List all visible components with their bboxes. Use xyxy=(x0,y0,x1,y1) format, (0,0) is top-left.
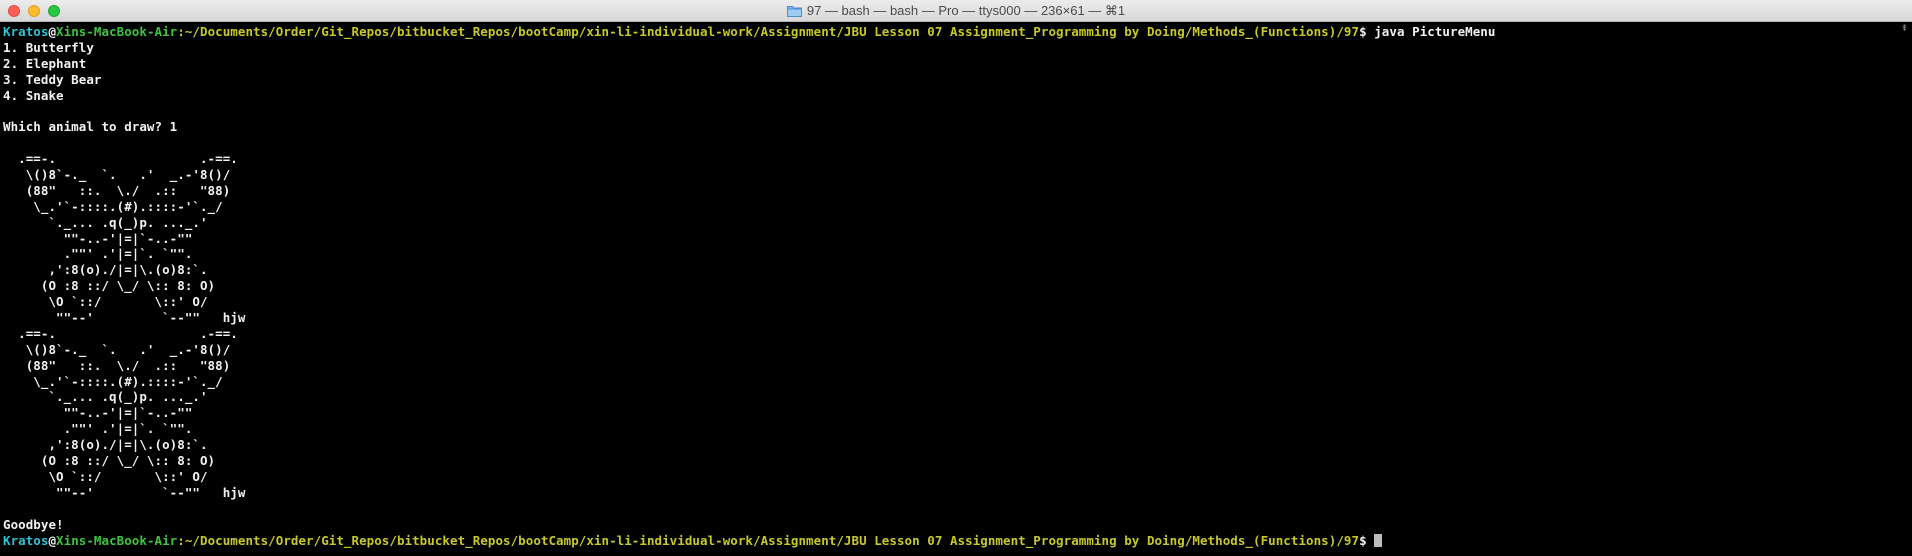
menu-item: 2. Elephant xyxy=(3,55,87,71)
scroll-up-arrow-icon[interactable]: ⇞ xyxy=(1899,24,1910,35)
prompt-symbol: $ xyxy=(1359,24,1375,39)
terminal-content[interactable]: Kratos@Xins-MacBook-Air:~/Documents/Orde… xyxy=(3,24,1893,554)
prompt-host: Xins-MacBook-Air xyxy=(56,24,178,39)
prompt-host: Xins-MacBook-Air xyxy=(56,532,178,548)
art-line: ""--' `--"" hjw xyxy=(3,310,246,326)
text-cursor xyxy=(1374,533,1383,547)
art-line: (O :8 ::/ \_/ \:: 8: O) xyxy=(3,278,216,294)
window-title-group: 97 — bash — bash — Pro — ttys000 — 236×6… xyxy=(0,0,1912,22)
prompt-path: :~/Documents/Order/Git_Repos/bitbucket_R… xyxy=(177,532,1360,548)
art-line: \()8`-._ `. .' _.-'8()/ xyxy=(3,341,231,357)
folder-icon xyxy=(786,6,802,17)
menu-item: 4. Snake xyxy=(3,87,64,103)
prompt-user: Kratos xyxy=(3,24,49,39)
art-line: ""-..-'|=|`-..-"" xyxy=(3,405,193,421)
goodbye-line: Goodbye! xyxy=(3,516,64,532)
prompt-symbol: $ xyxy=(1359,532,1375,548)
terminal-window: 97 — bash — bash — Pro — ttys000 — 236×6… xyxy=(0,0,1912,556)
prompt-path: :~/Documents/Order/Git_Repos/bitbucket_R… xyxy=(177,24,1360,39)
art-line: \()8`-._ `. .' _.-'8()/ xyxy=(3,167,231,183)
prompt-at: @ xyxy=(48,532,57,548)
art-line: (O :8 ::/ \_/ \:: 8: O) xyxy=(3,453,216,469)
art-line: .""' .'|=|`. `"". xyxy=(3,246,193,262)
vertical-scrollbar[interactable]: ⇞ xyxy=(1899,24,1910,554)
menu-item: 1. Butterfly xyxy=(3,39,94,55)
prompt-at: @ xyxy=(48,24,57,39)
art-line: ,':8(o)./|=|\.(o)8:`. xyxy=(3,437,208,453)
menu-item: 3. Teddy Bear xyxy=(3,71,102,87)
art-line: ,':8(o)./|=|\.(o)8:`. xyxy=(3,262,208,278)
terminal-output: Kratos@Xins-MacBook-Air:~/Documents/Orde… xyxy=(3,24,1893,548)
command-text: java PictureMenu xyxy=(1374,24,1496,39)
art-line: (88" ::. \./ .:: "88) xyxy=(3,182,231,198)
prompt-user: Kratos xyxy=(3,532,49,548)
art-line: \_.'`-::::.(#).::::-'`._/ xyxy=(3,198,223,214)
art-line: `._... .q(_)p. ..._.' xyxy=(3,389,208,405)
prompt-line: Kratos@Xins-MacBook-Air:~/Documents/Orde… xyxy=(3,24,1893,40)
art-line: \_.'`-::::.(#).::::-'`._/ xyxy=(3,373,223,389)
art-line: ""--' `--"" hjw xyxy=(3,484,246,500)
window-title: 97 — bash — bash — Pro — ttys000 — 236×6… xyxy=(806,3,1126,18)
art-line: .""' .'|=|`. `"". xyxy=(3,421,193,437)
art-line: .==-. .-==. xyxy=(3,151,238,167)
art-line: (88" ::. \./ .:: "88) xyxy=(3,357,231,373)
prompt-line[interactable]: Kratos@Xins-MacBook-Air:~/Documents/Orde… xyxy=(3,533,1893,549)
art-line: ""-..-'|=|`-..-"" xyxy=(3,230,193,246)
title-bar[interactable]: 97 — bash — bash — Pro — ttys000 — 236×6… xyxy=(0,0,1912,22)
art-line: \O `::/ \::' O/ xyxy=(3,294,208,310)
question-line: Which animal to draw? 1 xyxy=(3,119,178,135)
art-line: \O `::/ \::' O/ xyxy=(3,468,208,484)
art-line: .==-. .-==. xyxy=(3,325,238,341)
art-line: `._... .q(_)p. ..._.' xyxy=(3,214,208,230)
